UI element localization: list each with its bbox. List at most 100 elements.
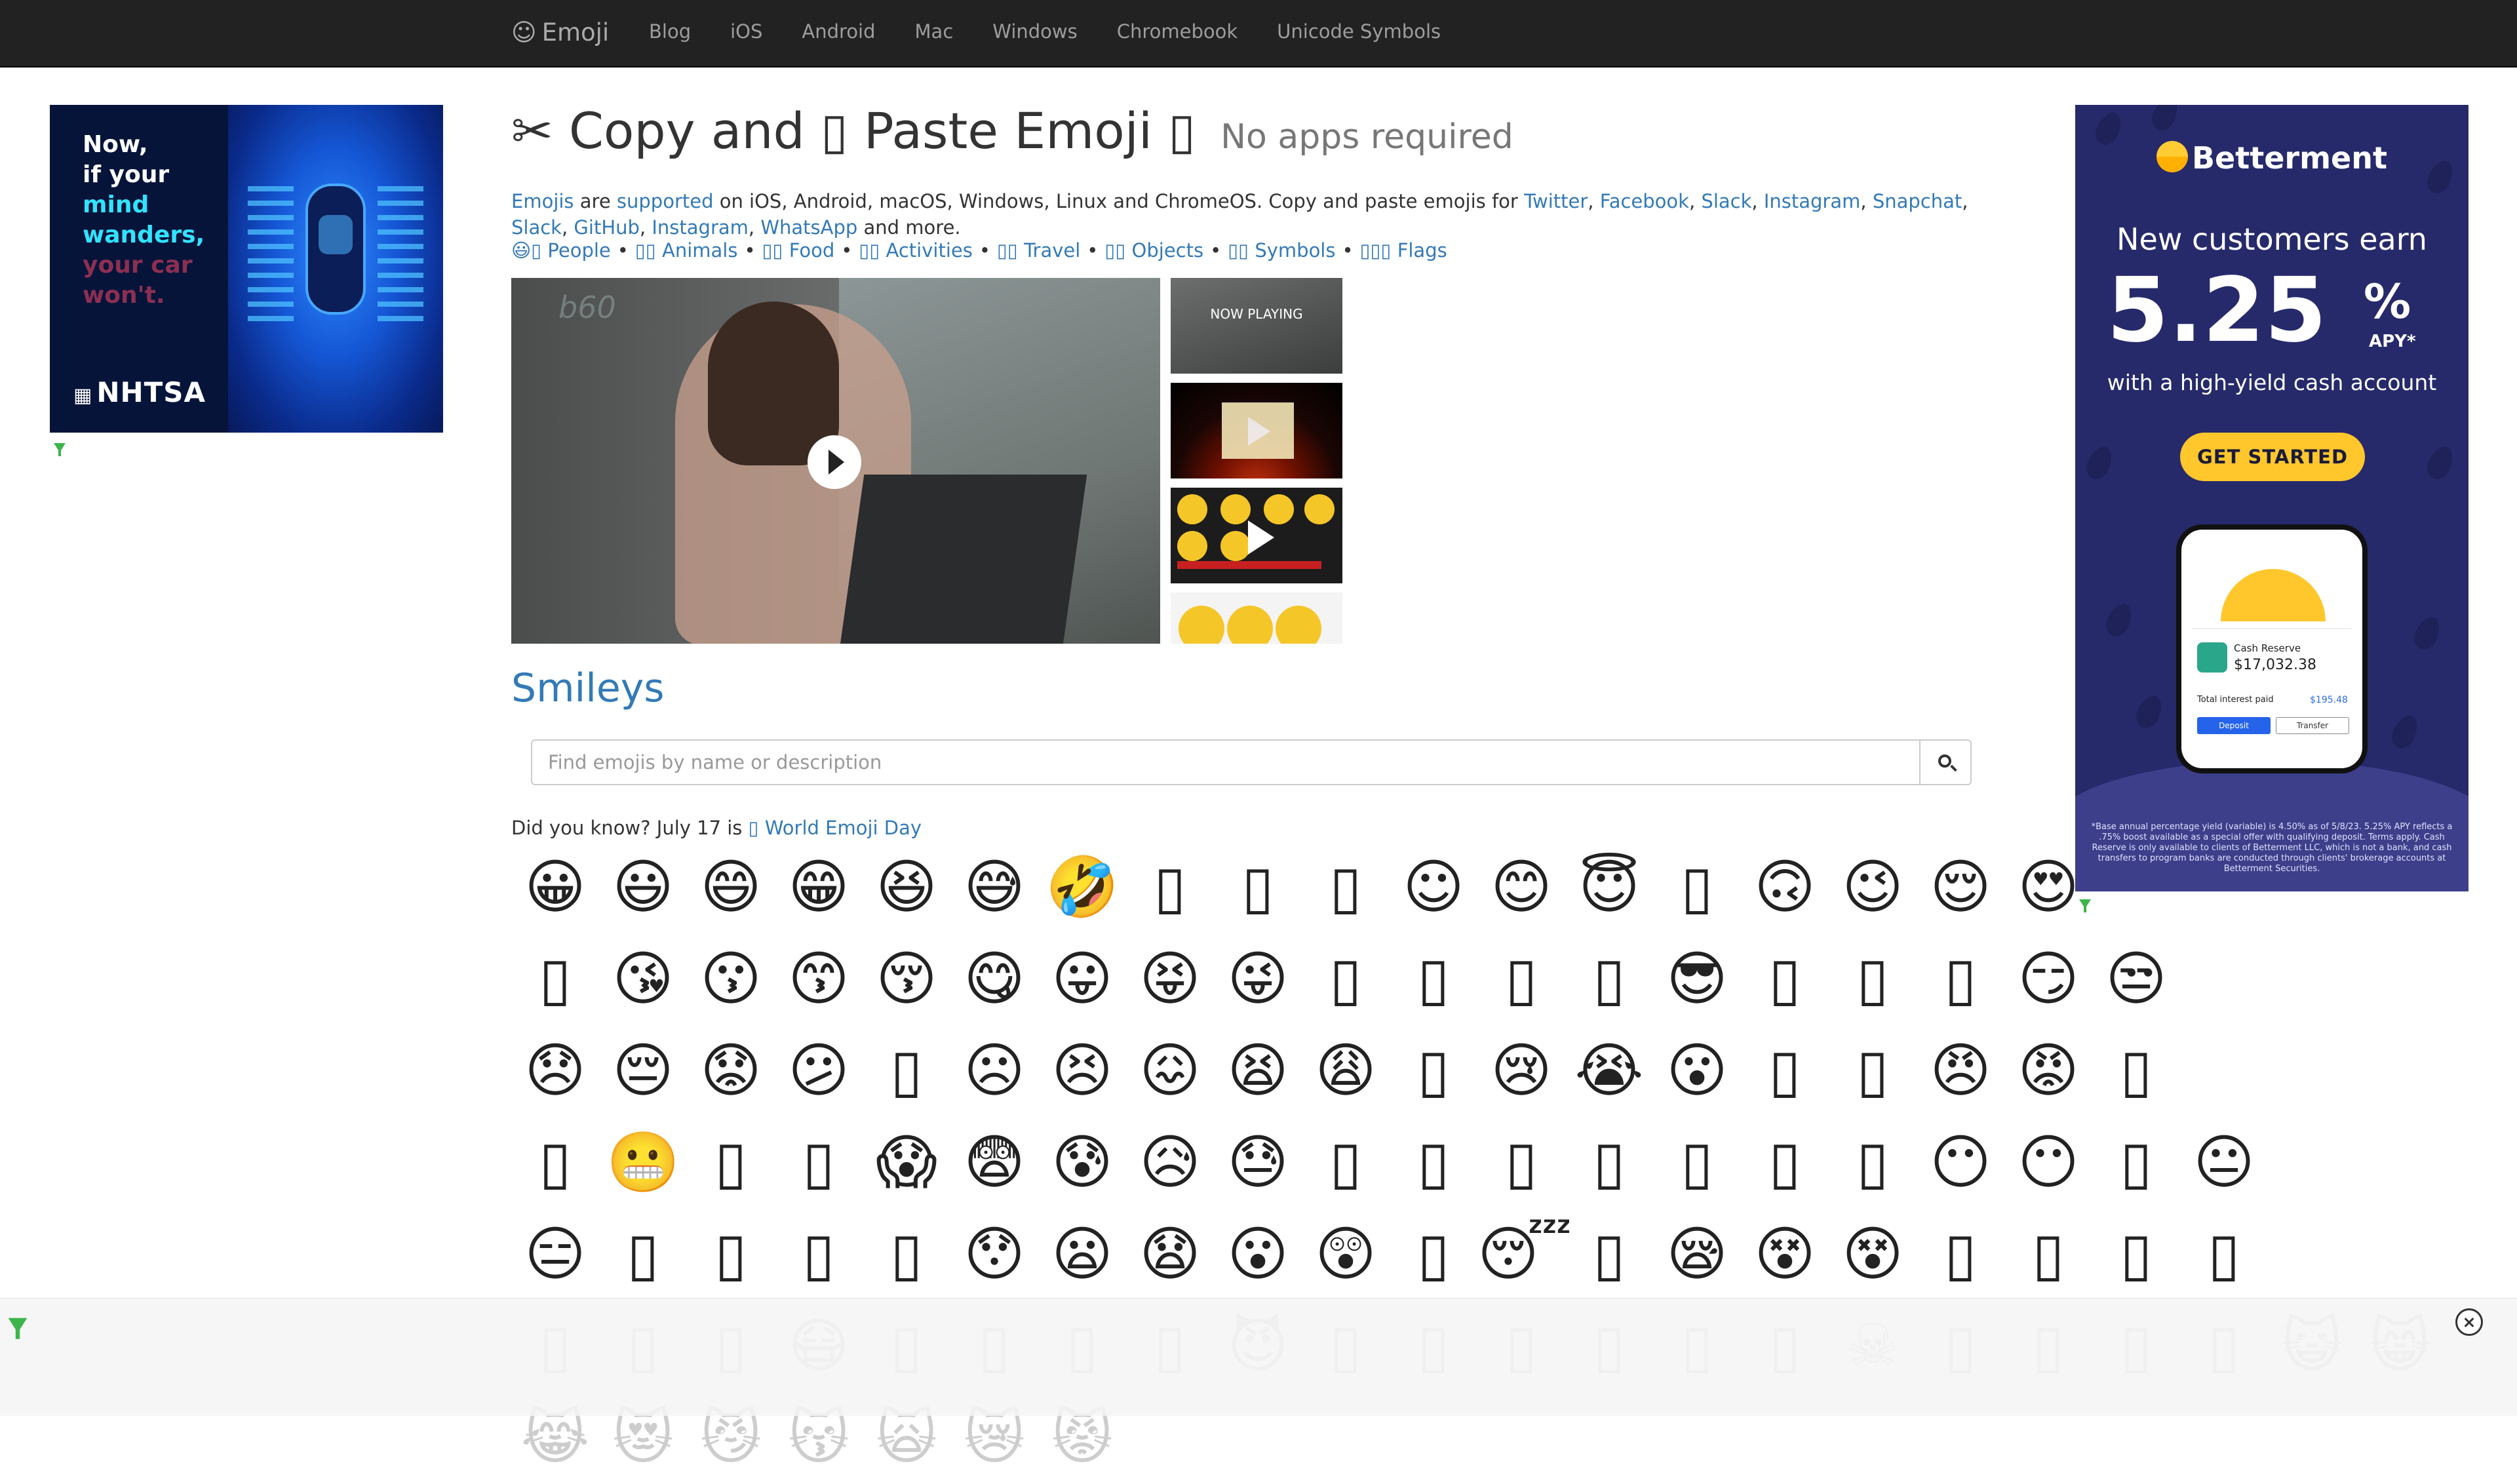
emoji-item[interactable]: ▯ [1302, 1117, 1390, 1209]
emoji-item[interactable]: 😦 [1038, 1209, 1126, 1300]
slack-link[interactable]: Slack [1701, 190, 1751, 212]
world-emoji-day-link[interactable]: ▯ World Emoji Day [749, 817, 922, 839]
emoji-item[interactable]: 😝 [1126, 933, 1214, 1025]
emoji-item[interactable]: 😎 [1653, 933, 1741, 1025]
instagram-link[interactable]: Instagram [1764, 190, 1861, 212]
emoji-item[interactable]: ▯ [511, 933, 599, 1025]
emoji-item[interactable]: 😡 [2004, 1025, 2092, 1117]
emoji-item[interactable]: 😘 [599, 933, 687, 1025]
emoji-item[interactable]: 😮 [1653, 1025, 1741, 1117]
slack-link-2[interactable]: Slack [511, 216, 562, 239]
category-objects[interactable]: ▯▯ Objects [1104, 239, 1203, 262]
emoji-item[interactable]: 😔 [599, 1025, 687, 1117]
emoji-item[interactable]: ▯ [1917, 933, 2004, 1025]
nav-item-chromebook[interactable]: Chromebook [1097, 0, 1257, 66]
emoji-item[interactable]: ▯ [1214, 842, 1302, 933]
emoji-item[interactable]: ▯ [1302, 933, 1390, 1025]
emoji-item[interactable]: ▯ [687, 1209, 775, 1300]
emoji-item[interactable]: 😜 [1214, 933, 1302, 1025]
emoji-item[interactable]: 😥 [1126, 1117, 1214, 1209]
nav-item-ios[interactable]: iOS [711, 0, 782, 66]
supported-link[interactable]: supported [617, 190, 714, 212]
emoji-item[interactable]: ▯ [511, 1117, 599, 1209]
emoji-item[interactable]: ▯ [1390, 933, 1477, 1025]
emoji-item[interactable]: 😋 [950, 933, 1038, 1025]
nav-item-mac[interactable]: Mac [895, 0, 973, 66]
emoji-item[interactable]: 😯 [950, 1209, 1038, 1300]
emoji-item[interactable]: 😴 [1477, 1209, 1572, 1300]
emoji-item[interactable]: 😊 [1477, 842, 1565, 933]
emoji-item[interactable]: 😮 [1214, 1209, 1302, 1300]
emoji-item[interactable]: 😗 [687, 933, 775, 1025]
emoji-item[interactable]: 😟 [687, 1025, 775, 1117]
emoji-item[interactable]: 😏 [2004, 933, 2092, 1025]
emoji-item[interactable]: 😲 [1302, 1209, 1390, 1300]
brand-link[interactable]: ☺ Emoji [511, 0, 609, 66]
category-food[interactable]: ▯▯ Food [762, 239, 835, 262]
emoji-item[interactable]: 😵 [1829, 1209, 1917, 1300]
emoji-item[interactable]: ▯ [1741, 1025, 1829, 1117]
emoji-item[interactable]: 😛 [1038, 933, 1126, 1025]
emoji-item[interactable]: 😰 [1038, 1117, 1126, 1209]
emoji-item[interactable]: ▯ [775, 1209, 863, 1300]
emoji-item[interactable]: 🤣 [1038, 842, 1126, 933]
emoji-item[interactable]: ▯ [1390, 1025, 1477, 1117]
emoji-item[interactable]: ▯ [1917, 1209, 2004, 1300]
emoji-item[interactable]: ▯ [863, 1025, 950, 1117]
emoji-item[interactable]: 😇 [1565, 842, 1653, 933]
twitter-link[interactable]: Twitter [1524, 190, 1588, 212]
emoji-item[interactable]: ▯ [687, 1117, 775, 1209]
instagram-link-2[interactable]: Instagram [652, 216, 749, 239]
emoji-item[interactable]: ▯ [775, 1117, 863, 1209]
emoji-item[interactable]: 😆 [863, 842, 950, 933]
emoji-item[interactable]: 😱 [863, 1117, 950, 1209]
emoji-item[interactable]: ▯ [1390, 1117, 1477, 1209]
emoji-item[interactable]: 😧 [1126, 1209, 1214, 1300]
emoji-item[interactable]: ▯ [1653, 1117, 1741, 1209]
emoji-item[interactable]: ▯ [1653, 842, 1741, 933]
emoji-item[interactable]: 😅 [950, 842, 1038, 933]
emoji-item[interactable]: 😣 [1038, 1025, 1126, 1117]
emoji-item[interactable]: ▯ [1565, 933, 1653, 1025]
emoji-item[interactable]: 😫 [1214, 1025, 1302, 1117]
emoji-item[interactable]: 😍 [2004, 842, 2092, 933]
emoji-item[interactable]: 😑 [511, 1209, 599, 1300]
video-thumbnail-now-playing[interactable]: NOW PLAYING [1171, 278, 1342, 374]
emoji-item[interactable]: 😩 [1302, 1025, 1390, 1117]
emoji-item[interactable]: ▯ [2092, 1117, 2180, 1209]
emoji-item[interactable]: 🙃 [1741, 842, 1829, 933]
emoji-item[interactable]: 😶 [1917, 1117, 2004, 1209]
emoji-item[interactable]: 😭 [1565, 1025, 1653, 1117]
get-started-button[interactable]: GET STARTED [2180, 433, 2365, 481]
emoji-item[interactable]: ▯ [1477, 1117, 1565, 1209]
emoji-item[interactable]: ☹ [950, 1025, 1038, 1117]
left-ad-banner[interactable]: Now, if your mind wanders, your car won'… [50, 105, 443, 433]
emoji-item[interactable]: 😙 [775, 933, 863, 1025]
emoji-item[interactable]: 😃 [599, 842, 687, 933]
emoji-item[interactable]: ▯ [1741, 933, 1829, 1025]
emoji-item[interactable]: 😪 [1653, 1209, 1741, 1300]
emoji-item[interactable]: 😢 [1477, 1025, 1565, 1117]
emoji-item[interactable]: 😕 [775, 1025, 863, 1117]
emoji-item[interactable]: ☺ [1390, 842, 1477, 933]
emoji-item[interactable]: 😞 [511, 1025, 599, 1117]
emoji-item[interactable]: 😓 [1214, 1117, 1302, 1209]
category-symbols[interactable]: ▯▯ Symbols [1228, 239, 1335, 262]
emoji-item[interactable]: 😠 [1917, 1025, 2004, 1117]
category-people[interactable]: 😃▯ People [511, 239, 611, 262]
emoji-item[interactable]: ▯ [1126, 842, 1214, 933]
emoji-item[interactable]: ▯ [1741, 1117, 1829, 1209]
emojis-link[interactable]: Emojis [511, 190, 574, 212]
whatsapp-link[interactable]: WhatsApp [760, 216, 857, 239]
video-player[interactable]: b60 [511, 278, 1160, 644]
search-button[interactable] [1921, 741, 1970, 784]
emoji-item[interactable]: ▯ [1477, 933, 1565, 1025]
emoji-item[interactable]: ▯ [2092, 1209, 2180, 1300]
category-animals[interactable]: ▯▯ Animals [635, 239, 738, 262]
category-travel[interactable]: ▯▯ Travel [997, 239, 1080, 262]
emoji-item[interactable]: ▯ [599, 1209, 687, 1300]
emoji-item[interactable]: ▯ [1565, 1209, 1653, 1300]
emoji-item[interactable]: 😖 [1126, 1025, 1214, 1117]
search-input[interactable] [532, 741, 1921, 784]
github-link[interactable]: GitHub [574, 216, 640, 239]
